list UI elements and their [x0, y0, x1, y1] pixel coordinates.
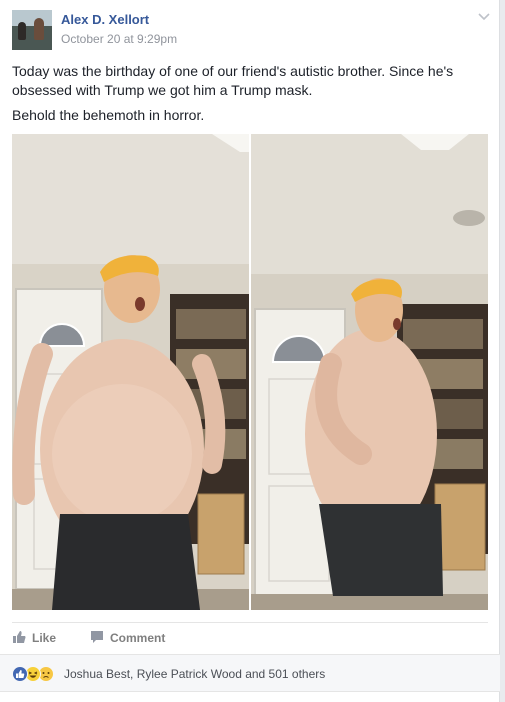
- author-avatar[interactable]: [12, 10, 52, 50]
- comment-button-label: Comment: [110, 631, 166, 645]
- post-text-secondary: Behold the behemoth in horror.: [12, 107, 205, 123]
- like-button[interactable]: Like: [12, 629, 56, 647]
- like-button-label: Like: [32, 631, 57, 645]
- comment-icon: [90, 630, 110, 647]
- post-text: Today was the birthday of one of our fri…: [12, 63, 454, 98]
- photo-left[interactable]: [12, 134, 249, 610]
- post-action-bar: Like Comment: [12, 622, 488, 652]
- thumbs-up-icon: [12, 630, 32, 647]
- reaction-summary[interactable]: Joshua Best, Rylee Patrick Wood and 501 …: [64, 667, 325, 681]
- post-timestamp[interactable]: October 20 at 9:29pm: [61, 32, 177, 46]
- chevron-down-icon[interactable]: [476, 10, 492, 24]
- post-header: Alex D. Xellort October 20 at 9:29pm: [12, 10, 492, 52]
- like-reaction-icon: [12, 666, 28, 682]
- reaction-icons[interactable]: [12, 666, 62, 682]
- comment-button[interactable]: Comment: [90, 629, 165, 647]
- author-name[interactable]: Alex D. Xellort: [61, 12, 149, 27]
- feed-post: Alex D. Xellort October 20 at 9:29pm Tod…: [0, 0, 500, 702]
- reactions-bar: Joshua Best, Rylee Patrick Wood and 501 …: [0, 654, 500, 692]
- photo-right[interactable]: [251, 134, 488, 610]
